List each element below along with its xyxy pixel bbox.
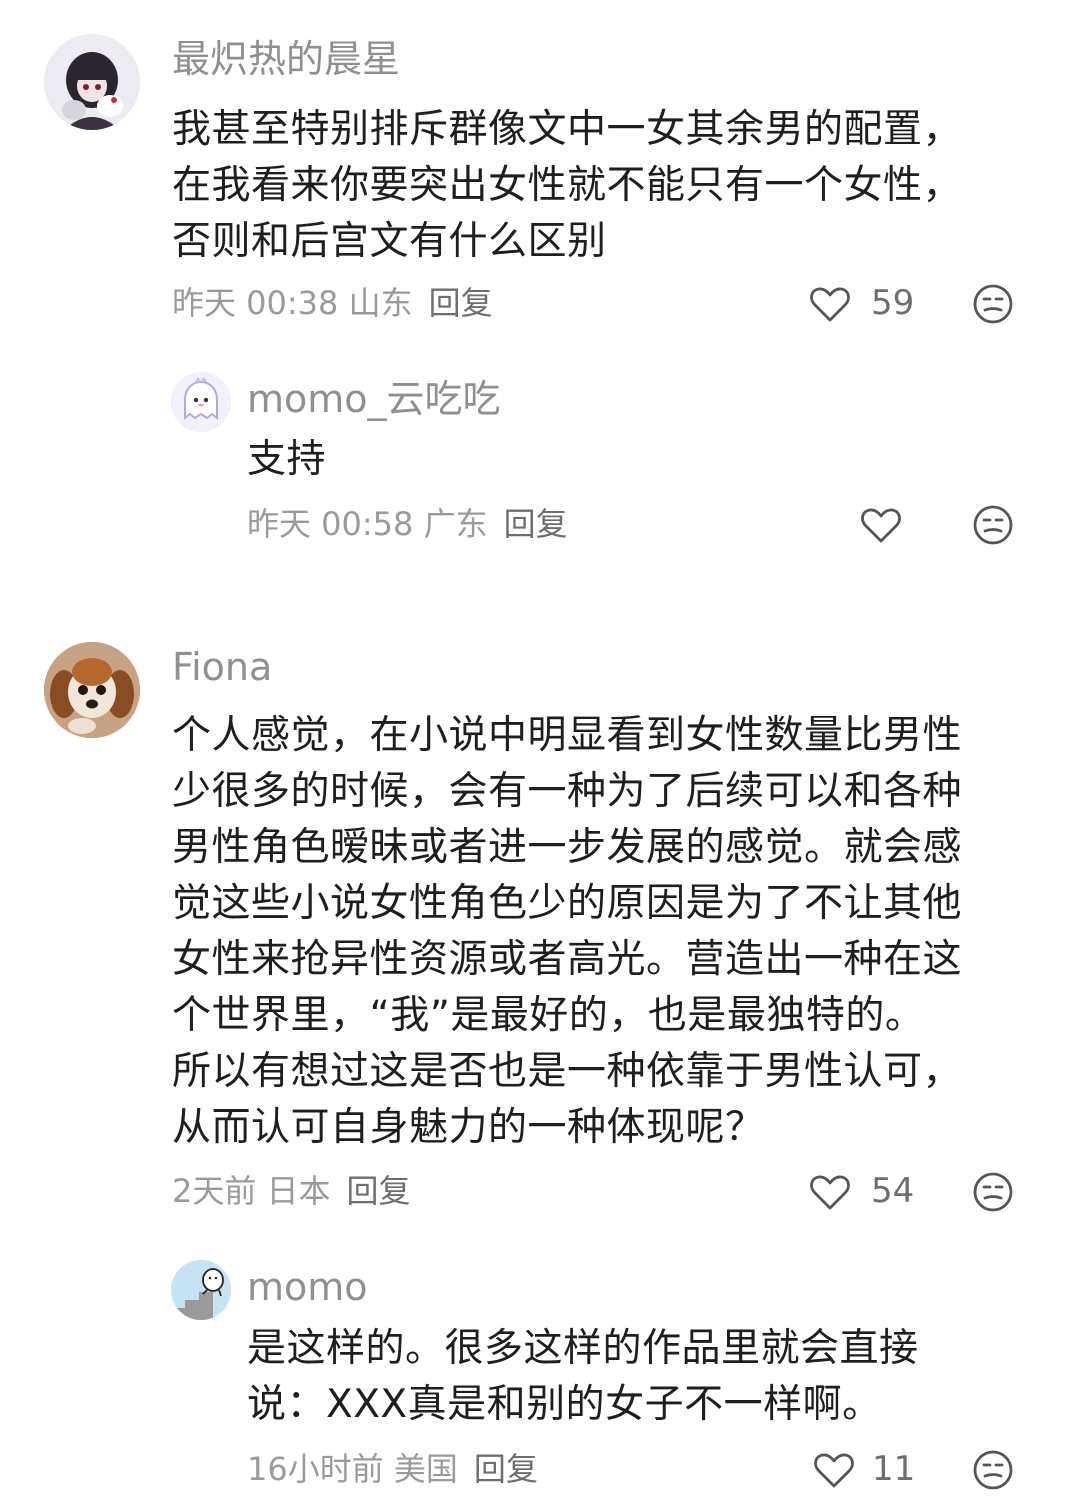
comment-line: 从而认可自身魅力的一种体现呢？: [172, 1105, 765, 1150]
timestamp-location: 昨天 00:38 山东: [172, 284, 413, 322]
timestamp-location: 2天前 日本: [172, 1172, 331, 1210]
comment-line: 男性角色暧昧或者进一步发展的感觉。就会感: [172, 825, 963, 870]
cartoon-ghost-avatar-icon: [171, 372, 231, 432]
like-count: 59: [871, 283, 915, 323]
stairs-character-avatar-icon: [171, 1260, 231, 1320]
timestamp-location: 16小时前 美国: [247, 1450, 458, 1488]
comment-text: 个人感觉，在小说中明显看到女性数量比男性 少很多的时候，会有一种为了后续可以和各…: [172, 708, 962, 1156]
meh-face-icon: [973, 1450, 1013, 1490]
dislike-button[interactable]: [971, 503, 1015, 547]
comment-line: 觉这些小说女性角色少的原因是为了不让其他: [172, 881, 963, 926]
like-button[interactable]: [812, 1448, 856, 1492]
reply-meta: 昨天 00:58 广东 回复: [247, 508, 568, 540]
comment-line: 个世界里，“我”是最好的，也是最独特的。: [172, 993, 925, 1038]
comment-line: 否则和后宫文有什么区别: [172, 219, 607, 264]
comment-username[interactable]: 最炽热的晨星: [172, 40, 400, 78]
comment-line: 我甚至特别排斥群像文中一女其余男的配置，: [172, 107, 963, 152]
comment-line: 个人感觉，在小说中明显看到女性数量比男性: [172, 713, 963, 758]
puppy-avatar-icon: [44, 642, 140, 738]
comment-line: 所以有想过这是否也是一种依靠于男性认可，: [172, 1049, 963, 1094]
meh-face-icon: [973, 284, 1013, 324]
reply-button[interactable]: 回复: [429, 284, 493, 322]
reply-line: 是这样的。很多这样的作品里就会直接: [247, 1326, 919, 1371]
like-count: 54: [871, 1171, 915, 1211]
reply-username[interactable]: momo_云吃吃: [247, 380, 501, 418]
heart-icon: [814, 1453, 854, 1488]
dislike-button[interactable]: [971, 282, 1015, 326]
meh-face-icon: [973, 505, 1013, 545]
reply-text: 支持: [247, 432, 326, 488]
reply-text: 是这样的。很多这样的作品里就会直接 说：XXX真是和别的女子不一样啊。: [247, 1321, 919, 1433]
avatar[interactable]: [171, 372, 231, 432]
dislike-button[interactable]: [971, 1170, 1015, 1214]
like-count: 11: [872, 1449, 916, 1489]
comment-line: 少很多的时候，会有一种为了后续可以和各种: [172, 769, 963, 814]
comment-meta: 2天前 日本 回复: [172, 1175, 411, 1207]
heart-icon: [861, 508, 901, 543]
comment-username[interactable]: Fiona: [172, 648, 272, 686]
meh-face-icon: [973, 1172, 1013, 1212]
reply-button[interactable]: 回复: [347, 1172, 411, 1210]
comment-line: 在我看来你要突出女性就不能只有一个女性，: [172, 163, 963, 208]
comment-line: 女性来抢异性资源或者高光。营造出一种在这: [172, 937, 963, 982]
heart-icon: [810, 1175, 850, 1210]
reply-button[interactable]: 回复: [474, 1450, 538, 1488]
reply-meta: 16小时前 美国 回复: [247, 1453, 538, 1485]
comment-meta: 昨天 00:38 山东 回复: [172, 287, 493, 319]
heart-icon: [810, 287, 850, 322]
reply-line: 支持: [247, 437, 327, 482]
reply-line: 说：XXX真是和别的女子不一样啊。: [247, 1382, 882, 1427]
reply-button[interactable]: 回复: [504, 505, 568, 543]
dislike-button[interactable]: [971, 1448, 1015, 1492]
comment-text: 我甚至特别排斥群像文中一女其余男的配置， 在我看来你要突出女性就不能只有一个女性…: [172, 102, 962, 270]
avatar[interactable]: [44, 34, 140, 130]
avatar[interactable]: [44, 642, 140, 738]
avatar[interactable]: [171, 1260, 231, 1320]
like-button[interactable]: [808, 1170, 852, 1214]
reply-username[interactable]: momo: [247, 1268, 368, 1306]
like-button[interactable]: [859, 503, 903, 547]
timestamp-location: 昨天 00:58 广东: [247, 505, 488, 543]
like-button[interactable]: [808, 282, 852, 326]
anime-girl-avatar-icon: [44, 34, 140, 130]
